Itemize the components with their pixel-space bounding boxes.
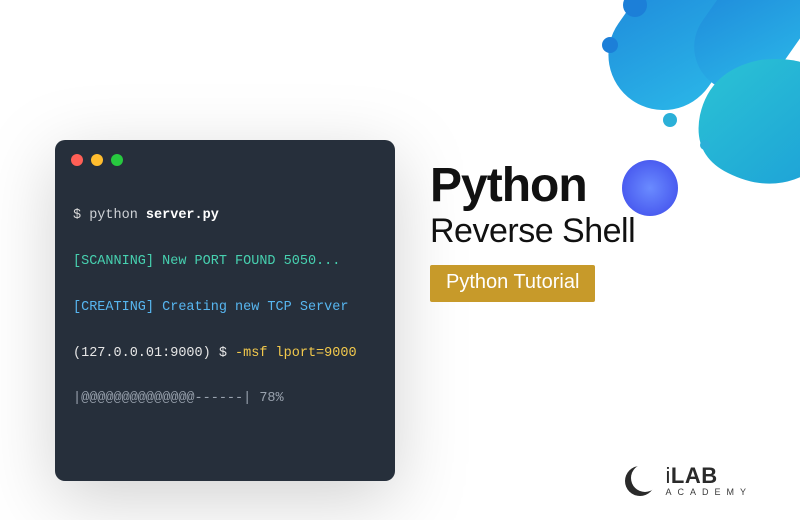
- title-block: Python Reverse Shell Python Tutorial: [430, 162, 635, 302]
- crescent-icon: [623, 464, 657, 498]
- scan-output-line: [SCANNING] New PORT FOUND 5050...: [73, 251, 377, 274]
- title-sub: Reverse Shell: [430, 212, 635, 251]
- create-output-line: [CREATING] Creating new TCP Server: [73, 297, 377, 320]
- command-text: python: [89, 208, 146, 223]
- close-icon: [71, 154, 83, 166]
- title-main: Python: [430, 162, 635, 210]
- terminal-titlebar: [55, 140, 395, 176]
- minimize-icon: [91, 154, 103, 166]
- tutorial-badge: Python Tutorial: [430, 265, 595, 302]
- maximize-icon: [111, 154, 123, 166]
- terminal-window: $ python server.py [SCANNING] New PORT F…: [55, 140, 395, 481]
- prompt-symbol: $: [73, 208, 89, 223]
- secondary-prompt: $: [211, 346, 235, 361]
- brand-logo: iLAB ACADEMY: [623, 464, 752, 498]
- logo-name: iLAB: [665, 465, 752, 487]
- address-text: (127.0.0.01:9000): [73, 346, 211, 361]
- terminal-output: $ python server.py [SCANNING] New PORT F…: [55, 176, 395, 463]
- logo-subtitle: ACADEMY: [665, 488, 752, 497]
- msf-flag-text: -msf lport=9000: [235, 346, 357, 361]
- filename-text: server.py: [146, 208, 219, 223]
- progress-bar-text: |@@@@@@@@@@@@@@------| 78%: [73, 388, 377, 411]
